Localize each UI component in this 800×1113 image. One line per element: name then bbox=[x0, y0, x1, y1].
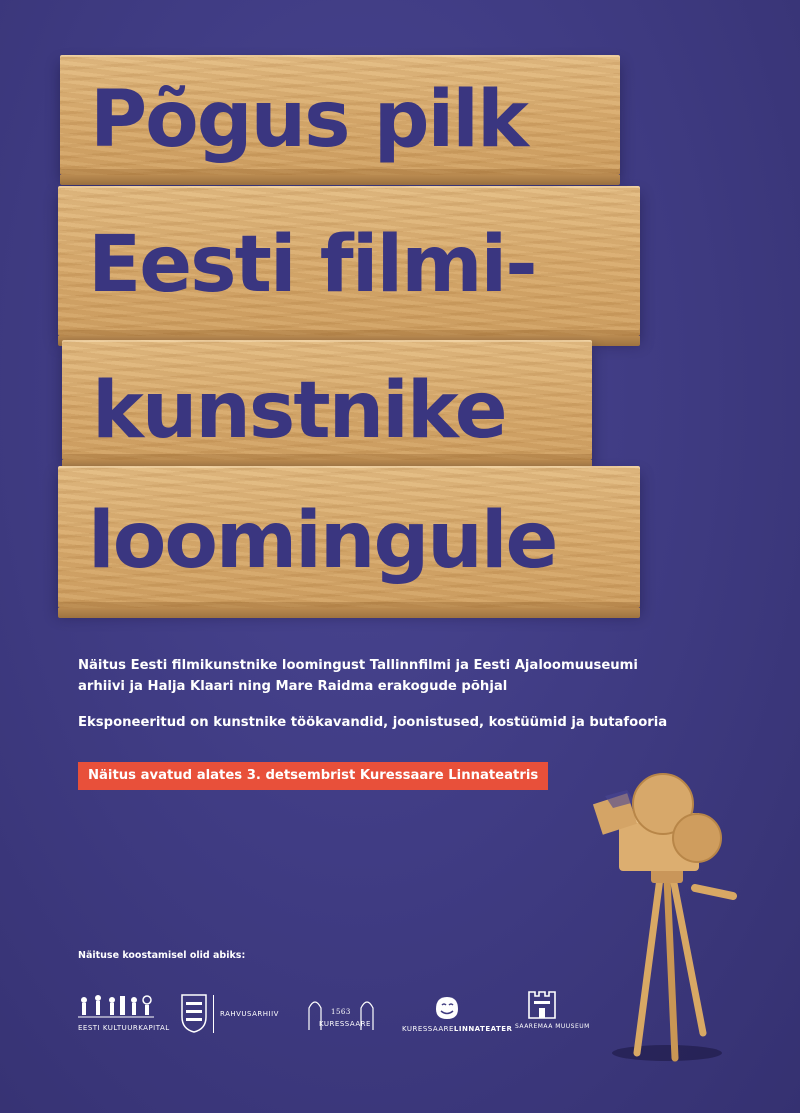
logo-label-kultuurkapital: EESTI KULTUURKAPITAL bbox=[78, 1024, 170, 1032]
description-1-line-2: arhiivi ja Halja Klaari ning Mare Raidma… bbox=[78, 679, 508, 694]
board-edge bbox=[60, 175, 620, 185]
logo-year-kuressaare: 1563 bbox=[331, 1008, 351, 1016]
theatre-mask-icon bbox=[436, 997, 458, 1019]
logo-kuressaare-linnateater: KURESSAARELINNATEATER bbox=[402, 995, 512, 1035]
board-edge bbox=[58, 608, 640, 618]
wooden-camera-illustration bbox=[592, 773, 737, 1062]
title-line-1: Põgus pilk bbox=[90, 75, 529, 165]
title-line-2: Eesti filmi- bbox=[88, 220, 538, 310]
title-board-4: loomingule bbox=[58, 466, 640, 618]
description-1-line-1: Näitus Eesti filmikunstnike loomingust T… bbox=[78, 658, 638, 673]
logo-label-rahvusarhiiv: RAHVUSARHIIV bbox=[220, 1010, 279, 1018]
kulka-figures-icon bbox=[78, 995, 154, 1018]
title-board-3: kunstnike bbox=[62, 340, 592, 470]
title-line-3: kunstnike bbox=[92, 366, 508, 456]
logo-eesti-kultuurkapital: EESTI KULTUURKAPITAL bbox=[76, 992, 169, 1042]
logo-label-linnateater: KURESSAARELINNATEATER bbox=[402, 1025, 512, 1033]
logo-label-saaremaa-muuseum: SAAREMAA MUUSEUM bbox=[515, 1023, 590, 1030]
logo-divider bbox=[213, 995, 214, 1033]
logo-kuressaare: 1563 KURESSAARE bbox=[305, 996, 385, 1036]
opening-notice-badge: Näitus avatud alates 3. detsembrist Kure… bbox=[78, 762, 549, 790]
castle-icon bbox=[528, 991, 556, 1019]
helpers-heading: Näituse koostamisel olid abiks: bbox=[78, 950, 246, 961]
title-board-2: Eesti filmi- bbox=[58, 186, 640, 346]
logo-rahvusarhiiv: RAHVUSARHIIV bbox=[180, 993, 300, 1043]
description-2: Eksponeeritud on kunstnike töökavandid, … bbox=[78, 715, 668, 730]
logo-label-kuressaare: KURESSAARE bbox=[319, 1020, 371, 1028]
estonian-coat-of-arms-icon bbox=[181, 994, 207, 1033]
logo-saaremaa-muuseum: SAAREMAA MUUSEUM bbox=[515, 990, 589, 1035]
title-board-1: Põgus pilk bbox=[60, 55, 620, 185]
logo-label-linnateater-part-2: LINNATEATER bbox=[453, 1025, 513, 1033]
logo-label-linnateater-part-1: KURESSAARE bbox=[402, 1025, 454, 1033]
title-line-4: loomingule bbox=[88, 496, 558, 586]
